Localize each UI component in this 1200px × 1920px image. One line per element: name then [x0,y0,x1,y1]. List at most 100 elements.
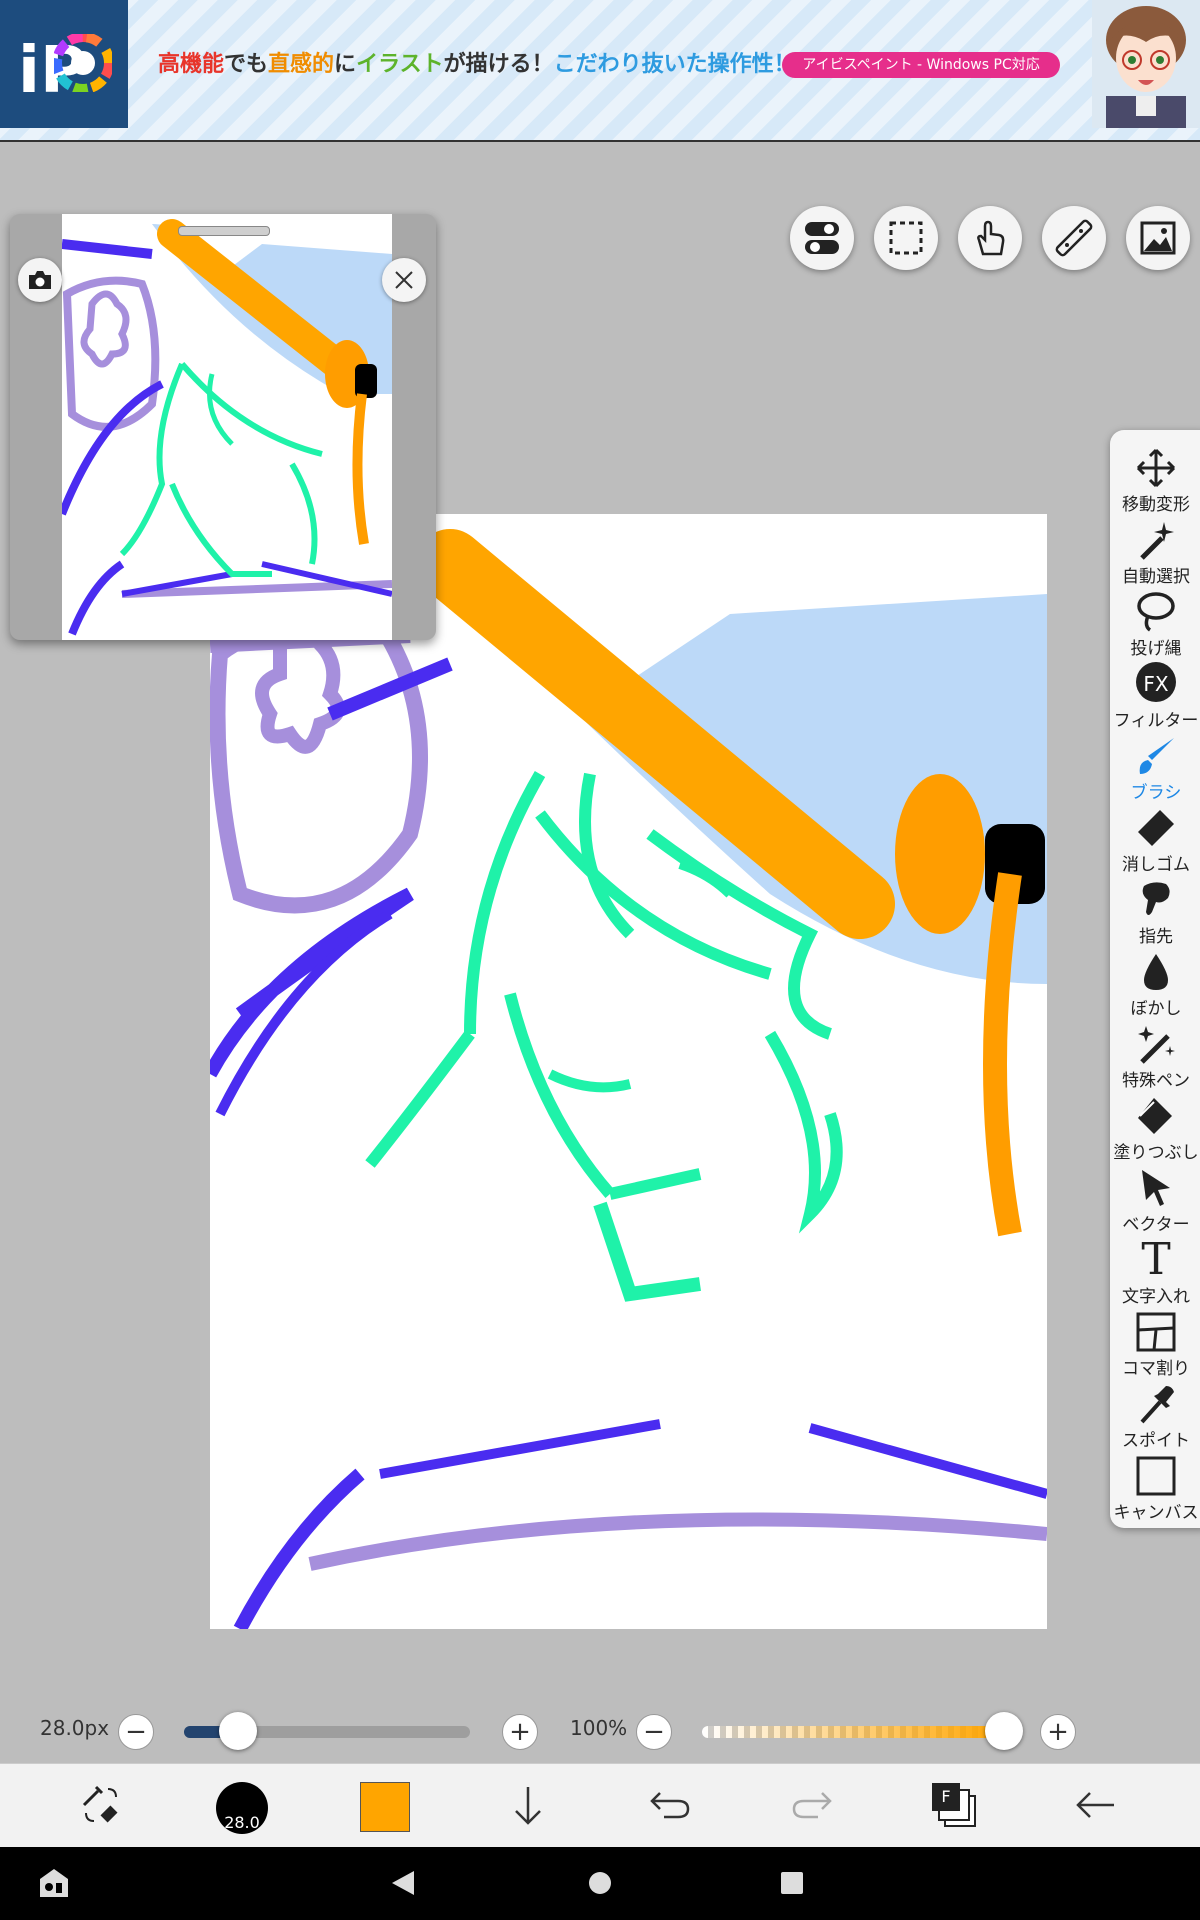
back-button[interactable] [1066,1780,1126,1830]
text-icon: T [1134,1238,1178,1282]
fx-icon: FX [1136,662,1176,702]
tool-label: ベクター [1122,1215,1190,1235]
minus-icon: − [643,1717,665,1747]
tool-eraser[interactable]: 消しゴム [1110,806,1200,878]
tool-frame-divider[interactable]: コマ割り [1110,1310,1200,1382]
eraser-icon [1138,810,1174,846]
lasso-icon [1137,592,1175,632]
tool-blur[interactable]: ぼかし [1110,950,1200,1022]
hand-button[interactable] [958,206,1022,270]
headline-part: でも [224,52,269,77]
move-icon [1136,448,1176,488]
arrow-left-icon [1076,1792,1114,1818]
size-decrease-button[interactable]: − [118,1714,154,1750]
download-layer-button[interactable] [498,1780,558,1830]
tool-label: 消しゴム [1122,855,1190,875]
tool-label: 塗りつぶし [1113,1143,1199,1163]
tool-special-pen[interactable]: 特殊ペン [1110,1022,1200,1094]
tool-smudge[interactable]: 指先 [1110,878,1200,950]
vector-icon [1142,1170,1170,1206]
brush-size-handle[interactable] [219,1712,257,1750]
plus-icon: + [509,1717,531,1747]
nav-recents-icon[interactable] [780,1871,804,1895]
ruler-button[interactable] [1042,206,1106,270]
finger-icon [1142,882,1170,915]
headline-part: イラスト [356,52,444,77]
tool-brush[interactable]: ブラシ [1110,734,1200,806]
tool-label: ブラシ [1130,783,1182,803]
tool-canvas[interactable]: キャンバス [1110,1454,1200,1526]
tool-label: 自動選択 [1122,567,1190,587]
brush-size-value: 28.0px [40,1716,110,1740]
headline-part: に [334,52,357,77]
navigator-window[interactable] [10,214,436,640]
brush-settings-button[interactable]: 28.0 [216,1782,268,1834]
undo-button[interactable] [640,1780,700,1830]
tool-move-transform[interactable]: 移動変形 [1110,446,1200,518]
tool-magic-wand[interactable]: 自動選択 [1110,518,1200,590]
fill-icon [1138,1098,1172,1134]
quick-switch-button[interactable] [70,1780,130,1830]
text-glyph: T [1141,1234,1171,1285]
arrow-down-icon [515,1787,541,1825]
image-icon [1140,221,1176,255]
canvas-icon [1136,1456,1176,1496]
tool-label: キャンバス [1113,1503,1199,1523]
tool-lasso[interactable]: 投げ縄 [1110,590,1200,662]
opacity-value: 100% [570,1716,628,1740]
nav-back-icon[interactable] [390,1869,416,1897]
tool-filter[interactable]: FX フィルター [1110,662,1200,734]
layers-button[interactable]: F [924,1780,984,1830]
tool-label: ぼかし [1130,999,1182,1019]
opacity-slider[interactable] [702,1726,1004,1738]
drawing-canvas[interactable] [210,514,1047,1629]
nav-home-icon[interactable] [588,1871,612,1895]
headline-part: こだわり抜いた操作性！ [553,52,796,77]
banner-pill[interactable]: アイビスペイント - Windows PC対応 [782,52,1060,78]
opacity-decrease-button[interactable]: − [636,1714,672,1750]
layer-badge: F [932,1783,960,1811]
selection-button[interactable] [874,206,938,270]
tool-fill[interactable]: 塗りつぶし [1110,1094,1200,1166]
navigator-drag-handle[interactable] [178,226,270,236]
eyedropper-icon [1140,1386,1174,1424]
home-toolbox-icon[interactable] [36,1865,72,1899]
ad-banner[interactable]: iP 高機能でも直感的にイラストが描ける！こだわり抜いた操作性！ アイビスペイン… [0,0,1200,142]
tool-label: 投げ縄 [1130,639,1182,659]
navigator-camera-button[interactable] [18,258,62,302]
layers-icon: F [932,1783,976,1827]
navigator-preview[interactable] [62,214,392,640]
brush-icon [1139,738,1174,774]
minus-icon: − [125,1717,147,1747]
camera-icon [29,271,51,289]
navigator-thumbnail [62,219,392,636]
bottom-toolbar [0,1763,1200,1848]
tool-vector[interactable]: ベクター [1110,1166,1200,1238]
size-increase-button[interactable]: + [502,1714,538,1750]
tool-label: フィルター [1113,711,1199,731]
redo-button[interactable] [782,1780,842,1830]
mascot-illustration [1092,0,1200,128]
ibispaint-logo[interactable]: iP [0,0,128,128]
headline-part: 直感的 [268,52,335,77]
reference-image-button[interactable] [1126,206,1190,270]
selection-icon [889,221,923,255]
redo-icon [792,1792,832,1819]
fx-text: FX [1143,672,1169,696]
toggle-button[interactable] [790,206,854,270]
opacity-handle[interactable] [985,1712,1023,1750]
close-icon [395,271,413,289]
navigator-close-button[interactable] [382,258,426,302]
special-pen-icon [1138,1026,1175,1064]
magic-wand-icon [1140,522,1174,560]
color-picker-button[interactable] [360,1782,410,1832]
headline-part: が描ける！ [443,52,554,77]
tool-label: コマ割り [1122,1359,1190,1379]
color-wheel-icon [54,34,112,92]
tool-text[interactable]: T 文字入れ [1110,1238,1200,1310]
tool-eyedropper[interactable]: スポイト [1110,1382,1200,1454]
plus-icon: + [1047,1717,1069,1747]
ruler-icon [1055,219,1093,257]
tool-label: 移動変形 [1122,495,1190,515]
opacity-increase-button[interactable]: + [1040,1714,1076,1750]
